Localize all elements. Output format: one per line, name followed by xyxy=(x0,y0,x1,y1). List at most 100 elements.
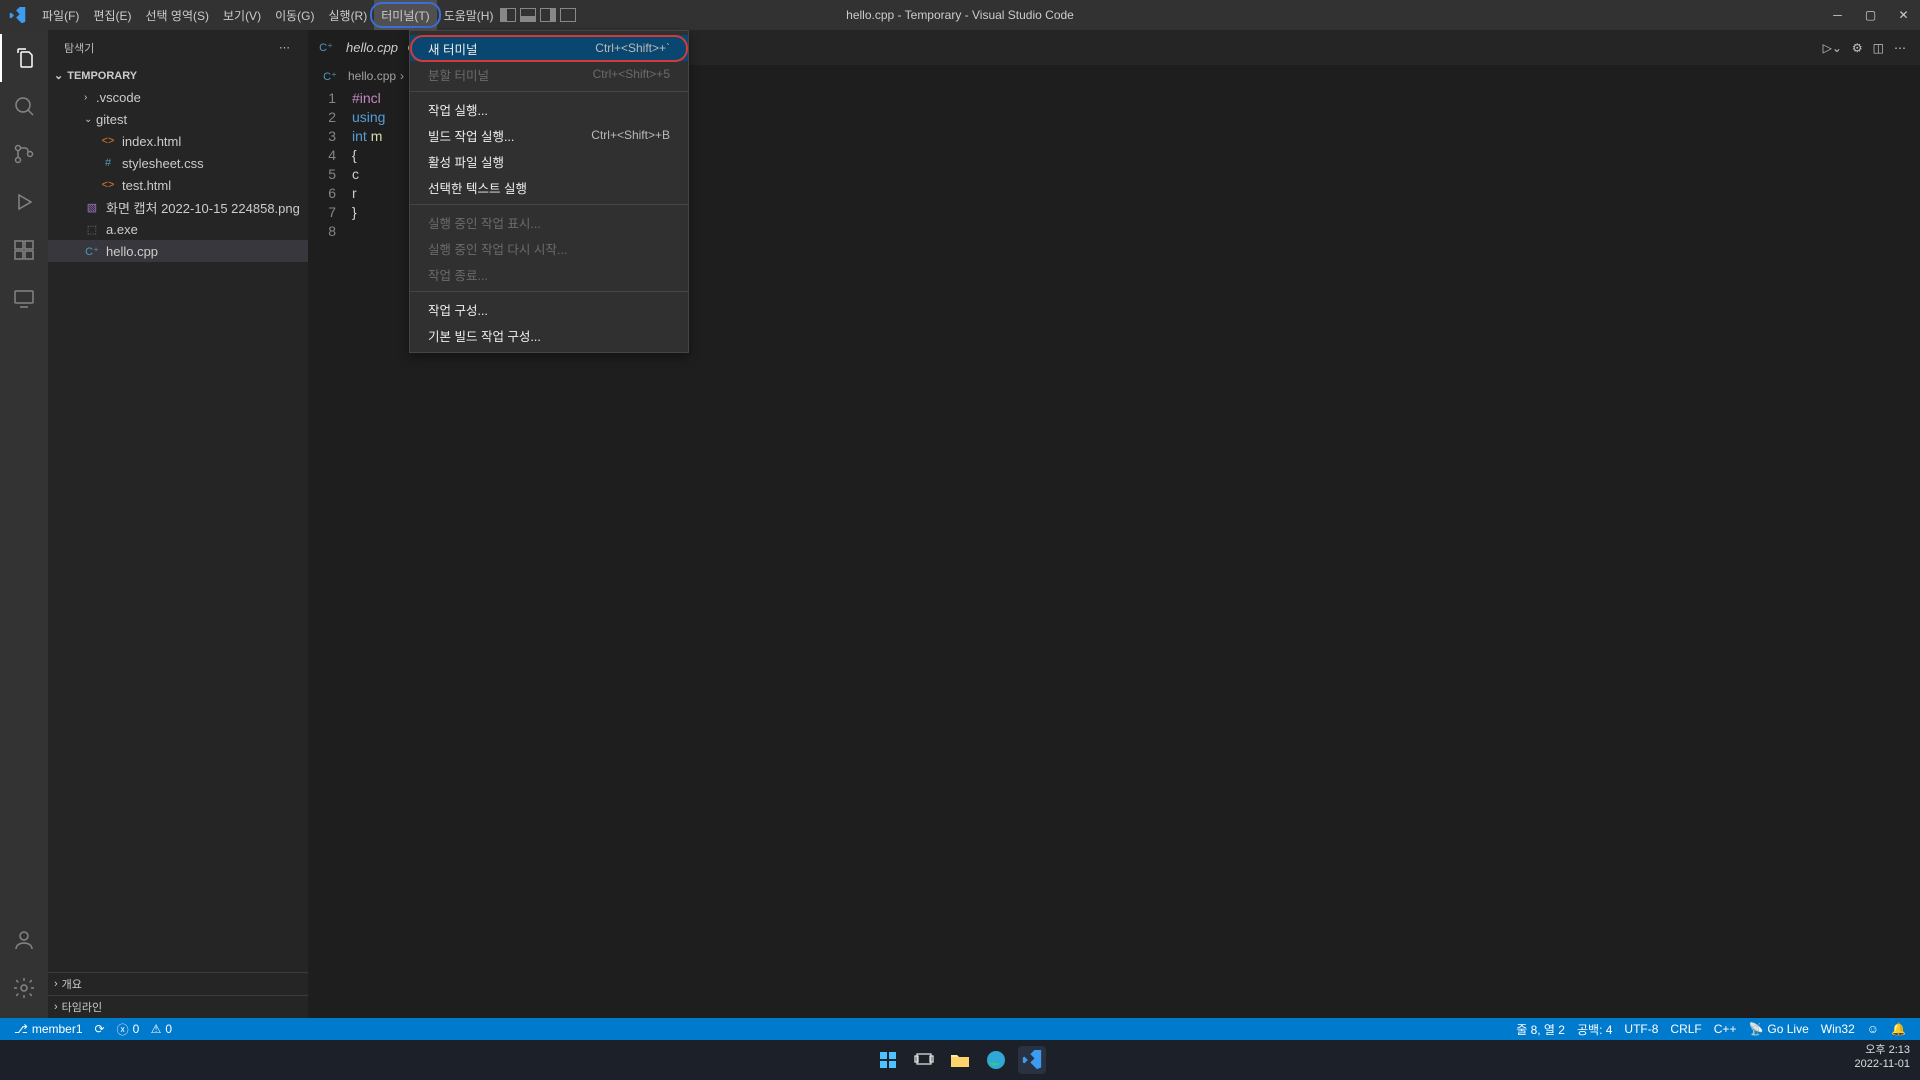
more-actions-icon[interactable]: ⋯ xyxy=(1894,41,1906,55)
activity-bar xyxy=(0,30,48,1018)
menu-file[interactable]: 파일(F) xyxy=(35,0,86,30)
file-explorer-icon[interactable] xyxy=(946,1046,974,1074)
tree-file-test-html[interactable]: <>test.html xyxy=(48,174,308,196)
run-debug-icon[interactable] xyxy=(0,178,48,226)
menu-item-12[interactable]: 작업 구성... xyxy=(410,296,688,322)
split-editor-icon[interactable]: ◫ xyxy=(1873,41,1884,55)
status-encoding[interactable]: UTF-8 xyxy=(1618,1021,1664,1038)
menu-item-3[interactable]: 작업 실행... xyxy=(410,96,688,122)
edge-icon[interactable] xyxy=(982,1046,1010,1074)
search-icon[interactable] xyxy=(0,82,48,130)
status-problems[interactable]: ⓧ0 ⚠0 xyxy=(111,1021,179,1038)
windows-taskbar: 오후 2:13 2022-11-01 xyxy=(0,1040,1920,1080)
menu-go[interactable]: 이동(G) xyxy=(268,0,321,30)
chevron-right-icon: › xyxy=(400,69,404,83)
status-feedback[interactable]: ☺ xyxy=(1861,1021,1885,1038)
tab-label: hello.cpp xyxy=(346,40,398,55)
settings-icon[interactable]: ⚙ xyxy=(1852,41,1863,55)
menu-item-shortcut: Ctrl+<Shift>+5 xyxy=(593,67,670,81)
menu-terminal[interactable]: 터미널(T) xyxy=(374,0,436,30)
tree-file-screenshot-png[interactable]: ▧ 화면 캡처 2022-10-15 224858.png xyxy=(48,196,308,218)
window-controls: ─ ▢ ✕ xyxy=(1821,0,1920,30)
menu-item-label: 기본 빌드 작업 구성... xyxy=(428,326,541,345)
tree-file-index-html[interactable]: <>index.html xyxy=(48,130,308,152)
tree-file-hello-cpp[interactable]: C⁺hello.cpp xyxy=(48,240,308,262)
menu-item-label: 새 터미널 xyxy=(428,39,477,58)
menu-item-shortcut: Ctrl+<Shift>+B xyxy=(591,128,670,142)
layout-bottom-icon[interactable] xyxy=(520,8,536,22)
branch-icon: ⎇ xyxy=(14,1022,28,1036)
tree-item-label: hello.cpp xyxy=(106,244,158,259)
menu-item-4[interactable]: 빌드 작업 실행...Ctrl+<Shift>+B xyxy=(410,122,688,148)
account-icon[interactable] xyxy=(0,916,48,964)
explorer-root[interactable]: ⌄ TEMPORARY xyxy=(48,65,308,86)
cpp-file-icon: C⁺ xyxy=(322,68,338,84)
cpp-file-icon: C⁺ xyxy=(318,40,334,56)
branch-name: member1 xyxy=(32,1022,83,1036)
tree-item-label: .vscode xyxy=(96,90,141,105)
minimize-button[interactable]: ─ xyxy=(1821,0,1854,30)
menu-item-label: 작업 실행... xyxy=(428,100,488,119)
menu-selection[interactable]: 선택 영역(S) xyxy=(138,0,216,30)
outline-section[interactable]: ›개요 xyxy=(48,972,308,995)
menu-help[interactable]: 도움말(H) xyxy=(437,0,501,30)
menu-view[interactable]: 보기(V) xyxy=(216,0,268,30)
menu-item-label: 활성 파일 실행 xyxy=(428,152,504,171)
layout-grid-icon[interactable] xyxy=(560,8,576,22)
vscode-taskbar-icon[interactable] xyxy=(1018,1046,1046,1074)
main-area: 탐색기 ⋯ ⌄ TEMPORARY ›.vscode ⌄gitest <>ind… xyxy=(0,30,1920,1018)
taskbar-icons xyxy=(874,1046,1046,1074)
file-tree: ›.vscode ⌄gitest <>index.html #styleshee… xyxy=(48,86,308,262)
code-line: c xyxy=(352,166,359,182)
vscode-logo-icon xyxy=(0,7,35,24)
start-icon[interactable] xyxy=(874,1046,902,1074)
menu-item-6[interactable]: 선택한 텍스트 실행 xyxy=(410,174,688,200)
menu-item-5[interactable]: 활성 파일 실행 xyxy=(410,148,688,174)
status-notifications[interactable]: 🔔 xyxy=(1885,1021,1912,1038)
status-spaces[interactable]: 공백: 4 xyxy=(1571,1021,1618,1038)
run-icon[interactable]: ▷⌄ xyxy=(1823,41,1842,55)
timeline-section[interactable]: ›타임라인 xyxy=(48,995,308,1018)
code-line: r xyxy=(352,185,357,201)
status-go-live[interactable]: 📡Go Live xyxy=(1742,1021,1814,1038)
tree-folder-vscode[interactable]: ›.vscode xyxy=(48,86,308,108)
menu-item-10: 작업 종료... xyxy=(410,261,688,287)
broadcast-icon: 📡 xyxy=(1748,1022,1763,1036)
maximize-button[interactable]: ▢ xyxy=(1854,0,1887,30)
remote-icon[interactable] xyxy=(0,274,48,322)
layout-right-icon[interactable] xyxy=(540,8,556,22)
tree-folder-gitest[interactable]: ⌄gitest xyxy=(48,108,308,130)
chevron-down-icon: ⌄ xyxy=(84,114,96,125)
menu-item-13[interactable]: 기본 빌드 작업 구성... xyxy=(410,322,688,348)
task-view-icon[interactable] xyxy=(910,1046,938,1074)
menu-item-0[interactable]: 새 터미널 Ctrl+<Shift>+` xyxy=(410,35,688,61)
menu-run[interactable]: 실행(R) xyxy=(321,0,374,30)
breadcrumb-file: hello.cpp xyxy=(348,69,396,83)
status-eol[interactable]: CRLF xyxy=(1664,1021,1707,1038)
status-branch[interactable]: ⎇ member1 xyxy=(8,1022,89,1036)
status-bar: ⎇ member1 ⟳ ⓧ0 ⚠0 줄 8, 열 2 공백: 4 UTF-8 CR… xyxy=(0,1018,1920,1040)
extensions-icon[interactable] xyxy=(0,226,48,274)
close-button[interactable]: ✕ xyxy=(1887,0,1920,30)
taskbar-clock[interactable]: 오후 2:13 2022-11-01 xyxy=(1855,1043,1910,1071)
status-sync[interactable]: ⟳ xyxy=(89,1022,111,1036)
explorer-icon[interactable] xyxy=(0,34,48,82)
menu-item-shortcut: Ctrl+<Shift>+` xyxy=(595,41,670,55)
menu-edit[interactable]: 편집(E) xyxy=(86,0,138,30)
code-line: } xyxy=(352,204,357,220)
explorer-sidebar: 탐색기 ⋯ ⌄ TEMPORARY ›.vscode ⌄gitest <>ind… xyxy=(48,30,308,1018)
tree-file-a-exe[interactable]: ⬚a.exe xyxy=(48,218,308,240)
settings-gear-icon[interactable] xyxy=(0,964,48,1012)
exe-file-icon: ⬚ xyxy=(84,221,100,237)
status-line-col[interactable]: 줄 8, 열 2 xyxy=(1510,1021,1571,1038)
menu-item-8: 실행 중인 작업 표시... xyxy=(410,209,688,235)
image-file-icon: ▧ xyxy=(84,199,100,215)
layout-left-icon[interactable] xyxy=(500,8,516,22)
sidebar-header: 탐색기 ⋯ xyxy=(48,30,308,65)
tree-item-label: 화면 캡처 2022-10-15 224858.png xyxy=(106,198,300,217)
status-language[interactable]: C++ xyxy=(1708,1021,1743,1038)
status-os[interactable]: Win32 xyxy=(1815,1021,1861,1038)
tree-file-stylesheet-css[interactable]: #stylesheet.css xyxy=(48,152,308,174)
source-control-icon[interactable] xyxy=(0,130,48,178)
sidebar-more-icon[interactable]: ⋯ xyxy=(279,41,292,54)
